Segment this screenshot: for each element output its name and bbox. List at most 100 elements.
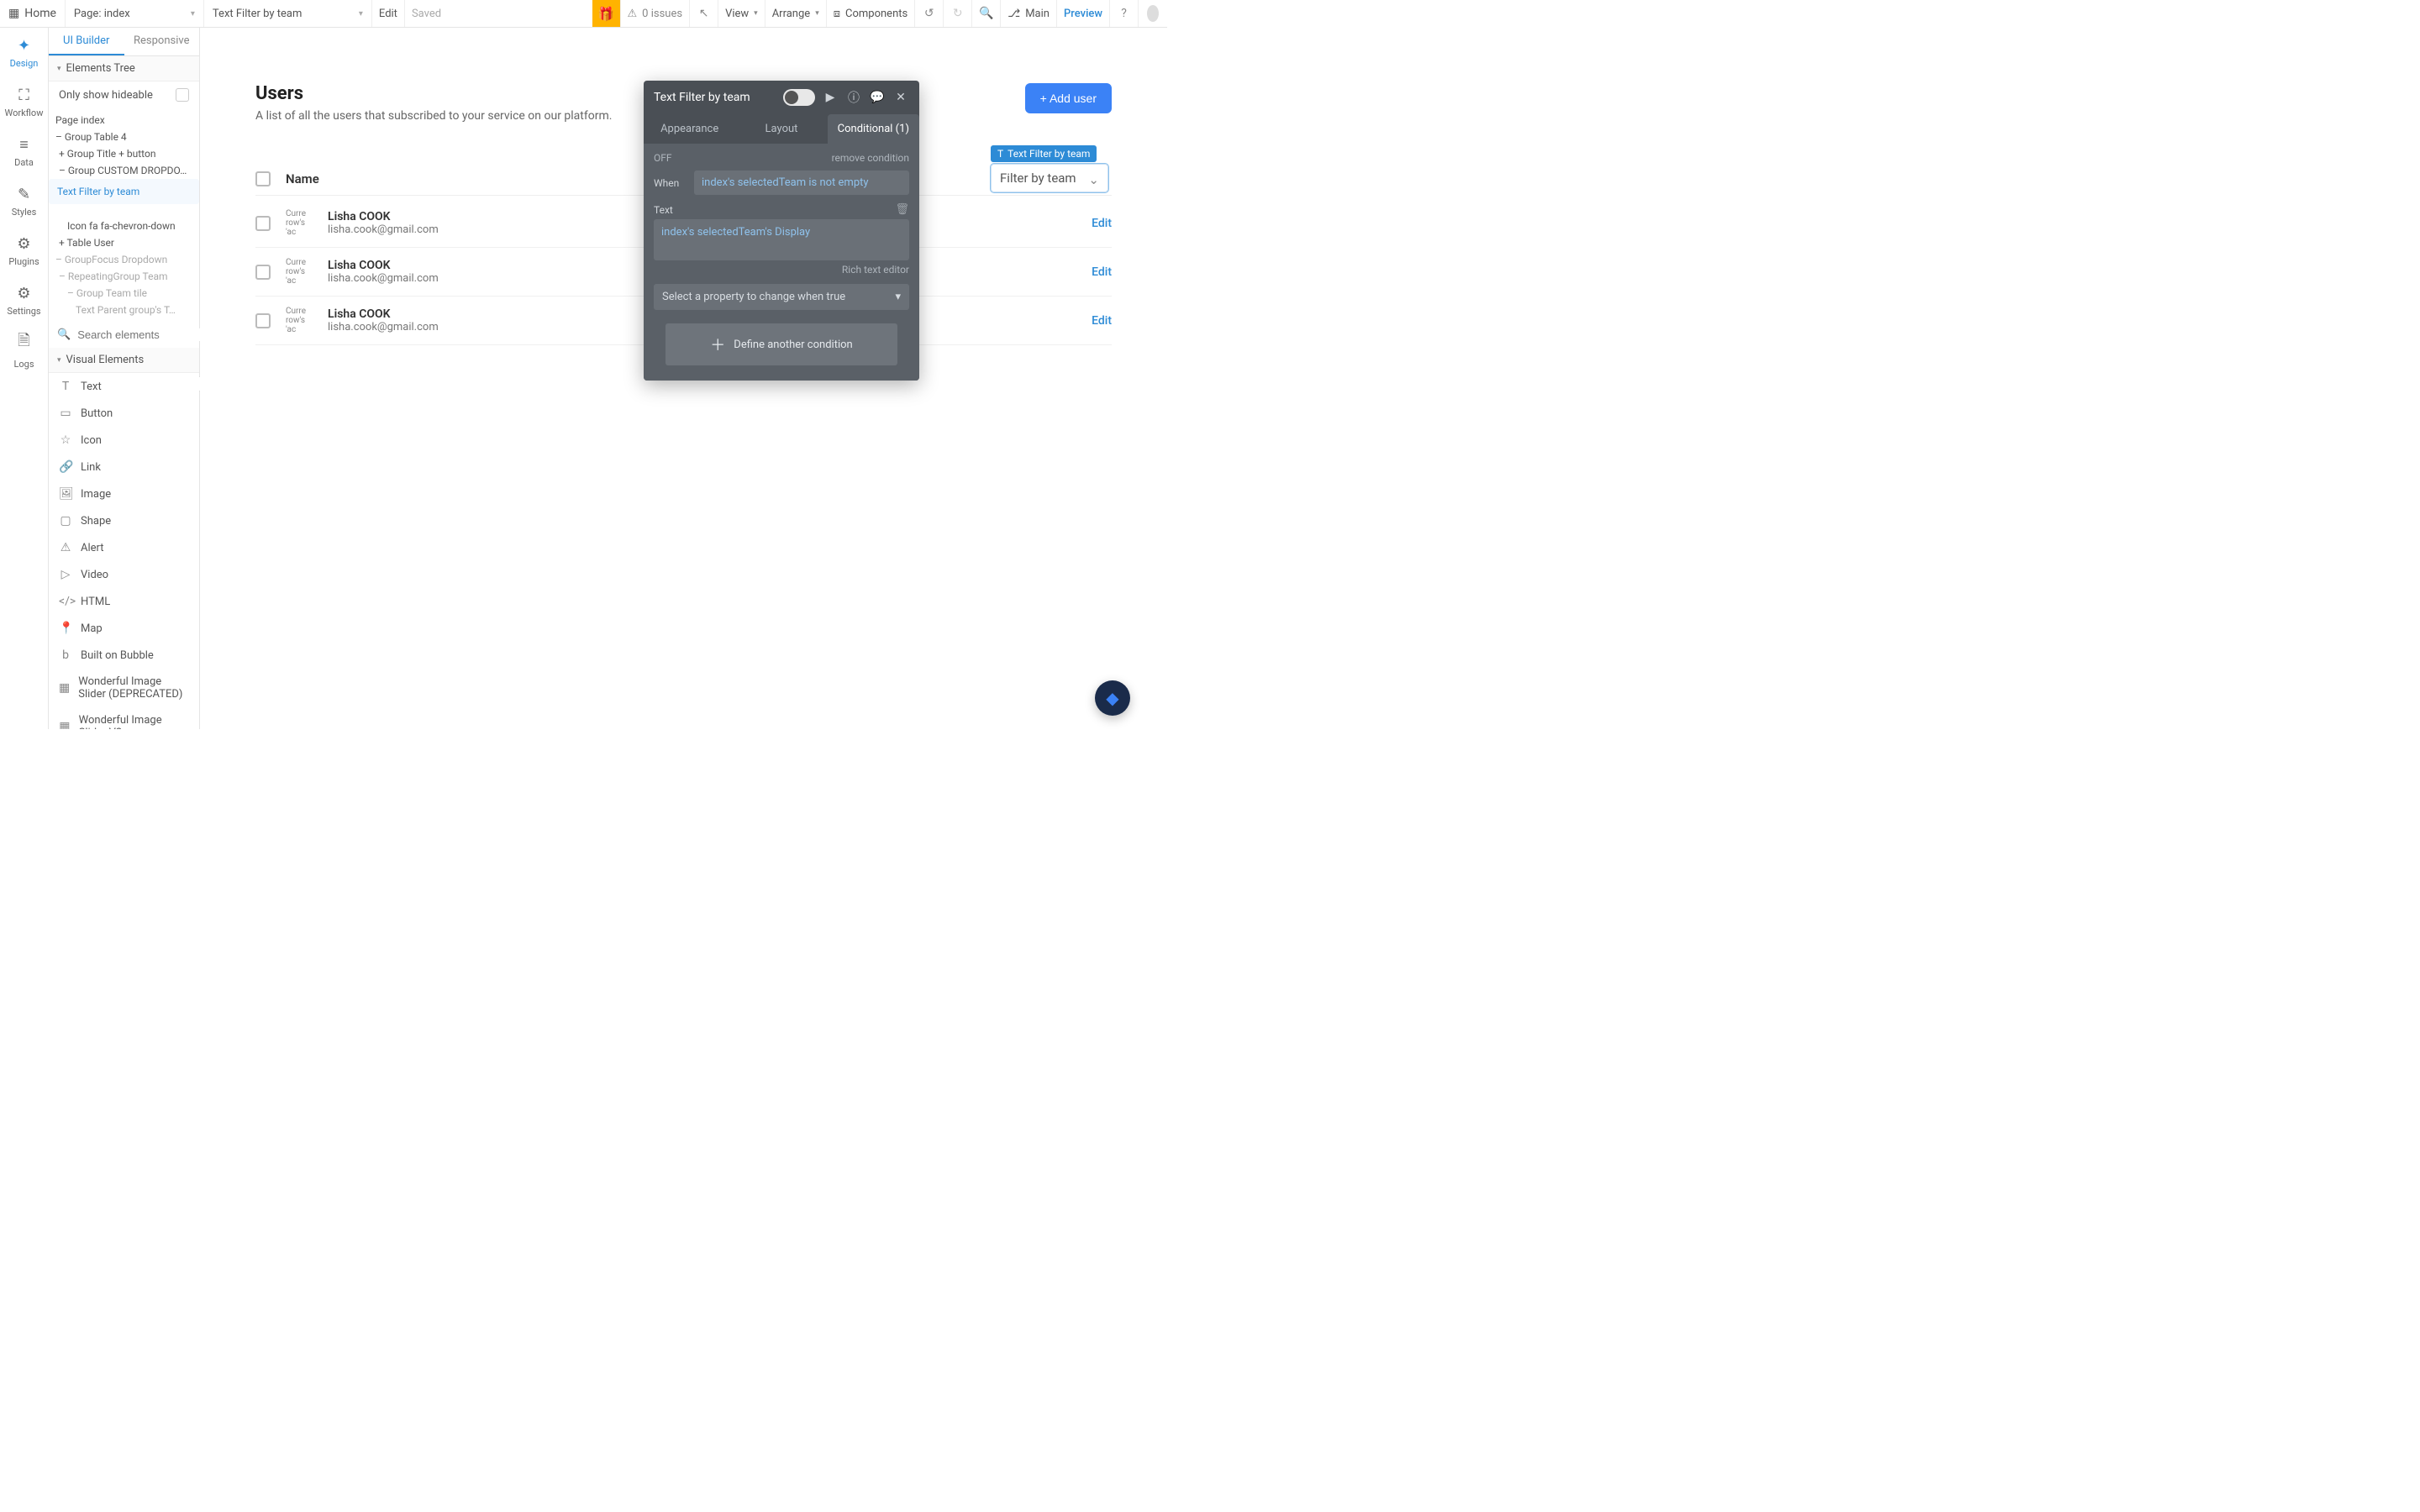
delete-property-icon[interactable]: 🗑 [895,203,909,216]
visual-element-item[interactable]: TText [49,373,199,400]
visual-elements-header[interactable]: ▾ Visual Elements [49,348,199,373]
rail-styles[interactable]: ✎Styles [0,176,48,226]
property-body: OFF remove condition When index's select… [644,144,919,381]
rich-text-editor-link[interactable]: Rich text editor [654,264,909,276]
chevron-down-icon: ▾ [57,65,61,73]
section-title: Visual Elements [66,354,145,366]
visual-element-item[interactable]: ⚠Alert [49,534,199,561]
property-tabs: Appearance Layout Conditional (1) [644,114,919,144]
tab-ui-builder[interactable]: UI Builder [49,28,124,55]
filter-by-team-element[interactable]: T Text Filter by team Filter by team ⌄ [991,145,1108,192]
text-property-label: Text [654,204,673,216]
gift-button[interactable]: 🎁 [592,0,621,27]
visual-element-item[interactable]: ▢Shape [49,507,199,534]
visual-element-item[interactable]: ▷Video [49,561,199,588]
visual-element-item[interactable]: </>HTML [49,588,199,615]
account-button[interactable] [1139,0,1167,27]
rail-data[interactable]: ≡Data [0,127,48,176]
edit-mode-button[interactable]: Edit [372,0,405,27]
row-edit-button[interactable]: Edit [1092,265,1112,279]
rail-settings[interactable]: ⚙Settings [0,276,48,325]
row-checkbox[interactable] [255,313,271,328]
add-user-button[interactable]: + Add user [1025,83,1112,113]
visual-element-item[interactable]: 📍Map [49,615,199,642]
redo-button[interactable]: ↻ [944,0,972,27]
tree-node[interactable]: Icon fa fa-chevron-down [49,218,199,234]
row-email: lisha.cook@gmail.com [328,272,439,285]
tree-node[interactable]: Page index [49,112,199,129]
tree-node[interactable]: Text Parent group's T… [49,302,199,318]
visual-element-item[interactable]: bBuilt on Bubble [49,642,199,669]
tree-node[interactable]: – Group Team tile [49,285,199,302]
visual-element-item[interactable]: ▦Wonderful Image Slider V2 [49,707,199,729]
when-expression-input[interactable]: index's selectedTeam is not empty [694,171,909,195]
rail-plugins[interactable]: ⚙Plugins [0,226,48,276]
elements-tree-header[interactable]: ▾ Elements Tree [49,56,199,81]
tree-node[interactable]: – Group Table 4 [49,129,199,145]
row-avatar: Curre row's 'ac [286,258,313,286]
element-type-icon: ⚠ [59,541,72,554]
sidebar-tabs: UI Builder Responsive [49,28,199,56]
branch-button[interactable]: ⎇ Main [1001,0,1057,27]
search-button[interactable]: 🔍 [972,0,1001,27]
element-type-icon: b [59,648,72,662]
page-selector[interactable]: Page: index ▾ [66,0,204,27]
badge-label: Text Filter by team [1007,148,1090,160]
visual-element-item[interactable]: ☆Icon [49,427,199,454]
row-edit-button[interactable]: Edit [1092,314,1112,328]
tab-responsive[interactable]: Responsive [124,28,200,55]
only-hideable-checkbox[interactable] [176,88,189,102]
tree-node[interactable]: + Table User [49,234,199,251]
tree-node[interactable]: + Group Title + button [49,145,199,162]
element-type-icon: ▢ [59,514,72,528]
help-fab[interactable]: ◆ [1095,680,1130,716]
filter-by-team-dropdown[interactable]: Filter by team ⌄ [991,164,1108,192]
condition-off-label[interactable]: OFF [654,152,672,164]
rail-design[interactable]: ✦Design [0,28,48,77]
undo-button[interactable]: ↺ [915,0,944,27]
section-title: Elements Tree [66,62,135,75]
tree-node[interactable]: Text Filter by team [49,179,199,204]
visual-element-item[interactable]: 🔗Link [49,454,199,480]
design-icon: ✦ [18,37,30,55]
row-checkbox[interactable] [255,265,271,280]
info-icon[interactable]: ⓘ [845,89,862,106]
tab-appearance[interactable]: Appearance [644,114,735,144]
remove-condition-button[interactable]: remove condition [832,152,909,164]
define-another-condition-button[interactable]: ＋ Define another condition [666,323,897,365]
components-button[interactable]: ⧈ Components [827,0,916,27]
tree-node[interactable]: – RepeatingGroup Team [49,268,199,285]
visual-element-item[interactable]: ▦Wonderful Image Slider (DEPRECATED) [49,669,199,707]
property-editor-title[interactable]: Text Filter by team [654,91,776,104]
rail-logs[interactable]: 🗎Logs [0,325,48,375]
tree-node[interactable]: – Group CUSTOM DROPDO… [49,162,199,179]
row-checkbox[interactable] [255,216,271,231]
home-button[interactable]: ▦ Home [0,0,66,27]
visual-element-item[interactable]: ▭Button [49,400,199,427]
reveal-toggle[interactable] [783,89,815,106]
arrange-menu[interactable]: Arrange ▾ [765,0,827,27]
pointer-tool-button[interactable]: ↖ [690,0,718,27]
element-selector[interactable]: Text Filter by team ▾ [204,0,372,27]
close-icon[interactable]: ✕ [892,91,909,104]
preview-button[interactable]: Preview [1057,0,1110,27]
rail-workflow[interactable]: ⛶Workflow [0,77,48,127]
tree-node[interactable]: – GroupFocus Dropdown [49,251,199,268]
row-edit-button[interactable]: Edit [1092,217,1112,230]
comment-icon[interactable]: 💬 [869,91,886,104]
select-property-dropdown[interactable]: Select a property to change when true ▾ [654,284,909,310]
help-button[interactable]: ? [1110,0,1139,27]
view-menu[interactable]: View ▾ [718,0,765,27]
tab-layout[interactable]: Layout [735,114,827,144]
row-avatar: Curre row's 'ac [286,307,313,334]
elements-tree: Page index– Group Table 4+ Group Title +… [49,108,199,322]
tab-conditional[interactable]: Conditional (1) [828,114,919,144]
play-icon[interactable]: ▶ [822,91,839,104]
visual-element-item[interactable]: 🖼Image [49,480,199,507]
element-type-icon: </> [59,595,72,608]
issues-button[interactable]: ⚠ 0 issues [621,0,691,27]
select-all-checkbox[interactable] [255,171,271,186]
rail-label: Logs [13,359,34,370]
text-expression-input[interactable]: index's selectedTeam's Display [654,219,909,260]
property-editor[interactable]: Text Filter by team ▶ ⓘ 💬 ✕ Appearance L… [644,81,919,381]
